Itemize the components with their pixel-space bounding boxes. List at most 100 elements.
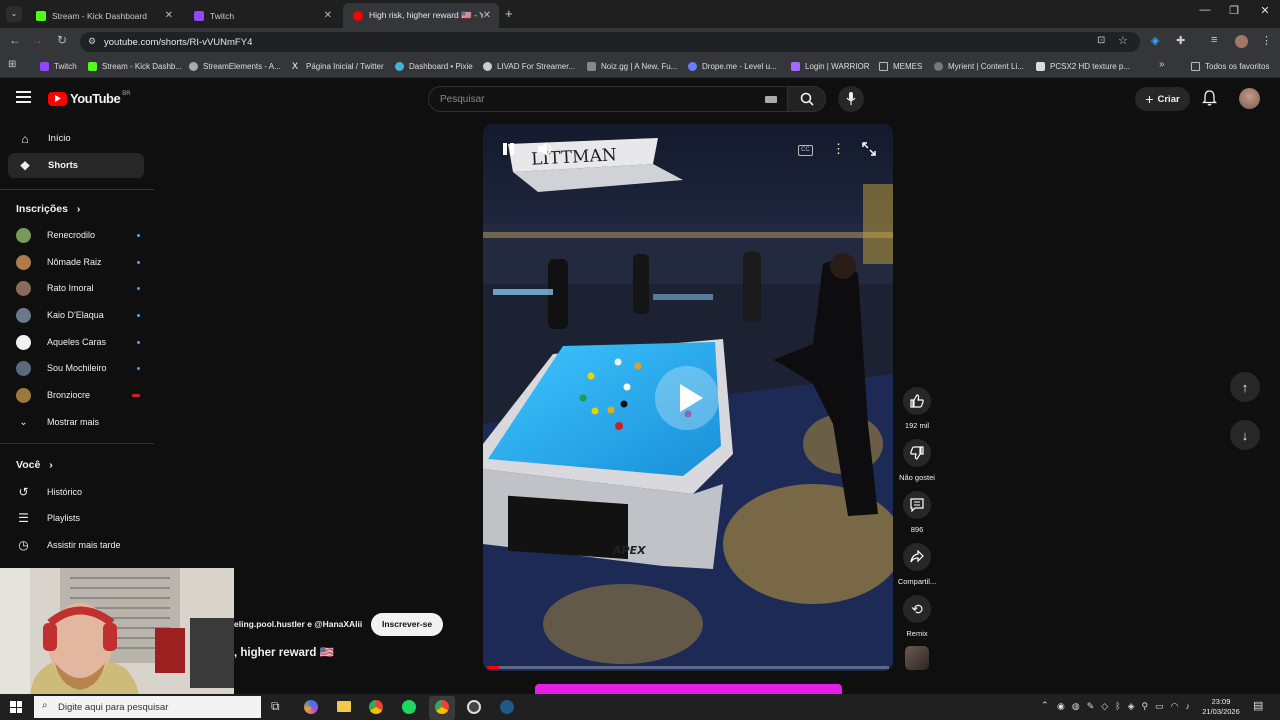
sidebar-item-history[interactable]: ↺ Histórico xyxy=(16,482,140,502)
bookmark-drope[interactable]: Drope.me - Level u... xyxy=(688,58,777,75)
sidebar-item-watch-later[interactable]: ◷ Assistir mais tarde xyxy=(16,535,140,555)
taskbar-clock[interactable]: 23:09 21/03/2026 xyxy=(1200,697,1242,717)
sidebar-item-shorts[interactable]: ❖ Shorts xyxy=(8,153,144,178)
search-icon: ⌕ xyxy=(42,700,48,711)
sound-thumbnail[interactable] xyxy=(905,646,929,670)
youtube-logo[interactable]: YouTube BR xyxy=(48,91,131,106)
remix-button[interactable]: ⟲ xyxy=(903,595,931,623)
bookmark-star-icon[interactable]: ☆ xyxy=(1118,34,1128,47)
taskbar-search-input[interactable]: ⌕ Digite aqui para pesquisar xyxy=(34,696,261,718)
browser-menu-icon[interactable]: ⋮ xyxy=(1261,34,1272,47)
close-tab-icon[interactable]: ✕ xyxy=(324,10,332,21)
bookmark-twitter[interactable]: X Página Inicial / Twitter xyxy=(292,58,384,75)
bookmark-noiz[interactable]: Noiz.gg | A New, Fu... xyxy=(587,58,677,75)
dislike-button[interactable] xyxy=(903,439,931,467)
subscription-item[interactable]: Renecrodilo xyxy=(16,225,140,245)
center-play-button[interactable] xyxy=(655,366,719,430)
voice-search-button[interactable] xyxy=(838,86,864,112)
share-button[interactable] xyxy=(903,543,931,571)
volume-button[interactable] xyxy=(538,142,554,161)
reload-icon[interactable]: ↻ xyxy=(53,33,71,47)
browser-tab-youtube[interactable]: High risk, higher reward 🇺🇸 - Y ✕ xyxy=(343,3,499,28)
bookmark-streamelements[interactable]: StreamElements - A... xyxy=(189,58,281,75)
bookmark-livad[interactable]: LIVAD For Streamer... xyxy=(483,58,575,75)
bookmark-kick[interactable]: Stream - Kick Dashb... xyxy=(88,58,182,75)
subscription-item[interactable]: Aqueles Caras xyxy=(16,332,140,352)
sidebar-item-playlists[interactable]: ☰ Playlists xyxy=(16,508,140,528)
bookmark-warrior[interactable]: Login | WARRIOR xyxy=(791,58,869,75)
url-text[interactable]: youtube.com/shorts/RI-vVUNmFY4 xyxy=(104,37,252,48)
browser-tab-twitch[interactable]: Twitch ✕ xyxy=(184,3,340,28)
notification-center-icon[interactable]: ▤ xyxy=(1253,699,1263,712)
restore-window-icon[interactable]: ❐ xyxy=(1219,4,1249,17)
next-short-button[interactable]: ↓ xyxy=(1230,420,1260,450)
subscription-item[interactable]: Rato Imoral xyxy=(16,278,140,298)
media-controls-icon[interactable]: ≡ xyxy=(1211,34,1217,46)
extension-icon[interactable]: ◈ xyxy=(1151,34,1159,47)
captions-icon[interactable]: CC xyxy=(798,145,813,156)
subscription-item[interactable]: Sou Mochileiro xyxy=(16,358,140,378)
windows-start-icon[interactable] xyxy=(10,701,22,713)
network-tray-icon: ◈ xyxy=(1127,701,1135,711)
account-avatar[interactable] xyxy=(1239,88,1260,109)
tray-icons[interactable]: ◉ ◍ ✎ ◇ ᛒ ◈ ⚲ ▭ ◠ ♪ xyxy=(1057,701,1190,712)
more-bookmarks-chevron-icon[interactable]: » xyxy=(1159,59,1165,70)
steam-icon[interactable] xyxy=(500,700,514,714)
bookmark-pcsx2[interactable]: PCSX2 HD texture p... xyxy=(1036,58,1130,75)
close-window-icon[interactable]: ✕ xyxy=(1250,4,1280,17)
new-content-dot xyxy=(137,260,140,264)
subscription-item[interactable]: Nômade Raiz xyxy=(16,252,140,272)
search-button[interactable] xyxy=(788,86,826,112)
subscriptions-header[interactable]: Inscrições › xyxy=(16,203,80,215)
close-tab-icon[interactable]: ✕ xyxy=(483,10,491,21)
bookmark-folder-memes[interactable]: MEMES xyxy=(879,58,922,75)
obs-icon[interactable] xyxy=(467,700,481,714)
comments-button[interactable] xyxy=(903,491,931,519)
back-icon[interactable]: ← xyxy=(6,33,24,47)
copilot-icon[interactable] xyxy=(304,700,318,714)
pause-button[interactable] xyxy=(503,143,517,157)
video-progress-track[interactable] xyxy=(487,666,889,669)
webcam-feed xyxy=(0,568,234,706)
tab-search-menu-button[interactable]: ⌄ xyxy=(6,6,22,22)
all-bookmarks-folder[interactable]: Todos os favoritos xyxy=(1191,58,1269,75)
short-channel-names[interactable]: eling.pool.hustler e @HanaXAlii xyxy=(234,619,362,629)
subscription-item[interactable]: Kaio D'Elaqua xyxy=(16,305,140,325)
keyboard-icon[interactable] xyxy=(765,96,777,103)
new-tab-button[interactable]: + xyxy=(505,6,513,21)
task-view-icon[interactable]: ⧉ xyxy=(271,699,280,714)
fullscreen-icon[interactable] xyxy=(862,142,876,161)
close-tab-icon[interactable]: ✕ xyxy=(165,10,173,21)
you-section-header[interactable]: Você › xyxy=(16,459,53,471)
minimize-window-icon[interactable]: — xyxy=(1190,4,1220,16)
channel-avatar xyxy=(16,280,31,296)
site-info-icon[interactable]: ⚙ xyxy=(88,36,96,47)
profile-avatar-icon[interactable] xyxy=(1235,35,1248,48)
install-app-icon[interactable]: ⊡ xyxy=(1097,35,1105,46)
twitch-favicon-icon xyxy=(194,10,204,21)
create-button[interactable]: + Criar xyxy=(1135,87,1190,111)
more-options-icon[interactable]: ⋮ xyxy=(832,141,845,157)
browser-tab-kick[interactable]: Stream - Kick Dashboard ✕ xyxy=(26,3,181,28)
subscription-item[interactable]: Bronziocre xyxy=(16,385,140,405)
subscribe-button[interactable]: Inscrever-se xyxy=(371,613,443,636)
extensions-puzzle-icon[interactable]: ✚ xyxy=(1176,34,1185,47)
file-explorer-icon[interactable] xyxy=(337,701,351,712)
bookmark-twitch[interactable]: Twitch xyxy=(40,58,77,75)
spotify-icon[interactable] xyxy=(402,700,416,714)
notifications-bell-icon[interactable] xyxy=(1201,90,1218,111)
tray-chevron-icon[interactable]: ⌃ xyxy=(1041,700,1049,711)
chrome-active-icon[interactable] xyxy=(429,696,455,720)
show-more-button[interactable]: ⌄ Mostrar mais xyxy=(16,412,140,432)
chrome-icon[interactable] xyxy=(369,700,383,714)
like-button[interactable] xyxy=(903,387,931,415)
hamburger-menu-icon[interactable] xyxy=(16,91,31,103)
bookmark-pixie[interactable]: Dashboard • Pixie xyxy=(395,58,473,75)
previous-short-button[interactable]: ↑ xyxy=(1230,372,1260,402)
forward-icon[interactable]: → xyxy=(28,33,46,47)
bookmark-myrient[interactable]: Myrient | Content Li... xyxy=(934,58,1024,75)
sidebar-item-home[interactable]: ⌂ Início xyxy=(8,126,144,151)
apps-grid-icon[interactable]: ⊞ xyxy=(8,59,16,70)
live-indicator-icon xyxy=(132,393,140,397)
search-input[interactable]: Pesquisar xyxy=(428,86,788,112)
